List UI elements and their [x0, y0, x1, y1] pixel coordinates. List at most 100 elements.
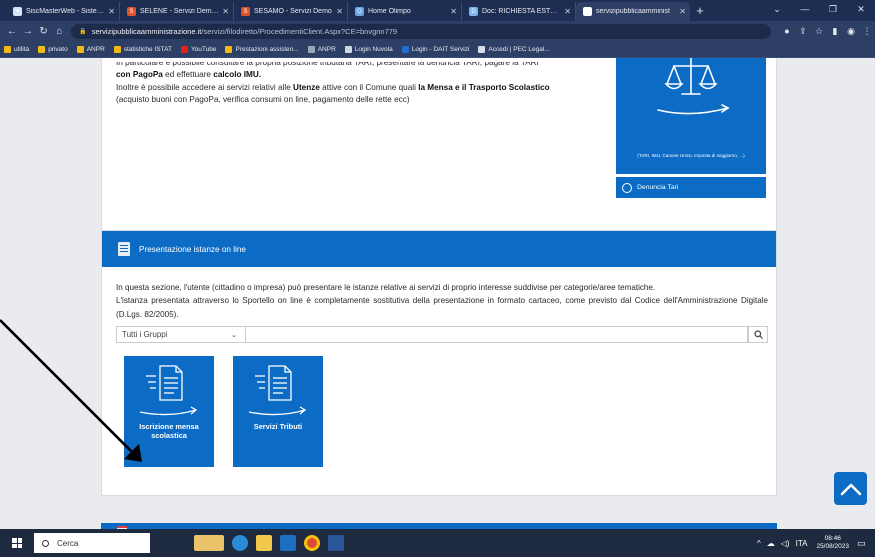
tributi-service-tile[interactable]: (TARI, IMU, Canone Unico, Imposta di sog…: [616, 58, 766, 174]
tributi-description: In particolare è possibile consultare la…: [116, 62, 596, 107]
browser-tab[interactable]: D Doc: RICHIESTA ESTRAT ✕: [462, 2, 576, 21]
bookmark-folder-icon: [38, 45, 46, 53]
browser-tab[interactable]: S SESAMO - Servizi Demo ✕: [234, 2, 348, 21]
language-indicator[interactable]: ITA: [796, 539, 808, 548]
url-path: /servizi/filodiretto/ProcedimentiClient.…: [201, 26, 398, 36]
outlook-icon[interactable]: [280, 535, 296, 551]
calcolo-imu-bold: calcolo IMU.: [213, 70, 262, 79]
group-select[interactable]: Tutti i Gruppi ⌄: [116, 326, 246, 343]
text-span: ed effettuare: [162, 70, 214, 79]
istanze-filter: Tutti i Gruppi ⌄: [116, 326, 768, 343]
web-page: In particolare è possibile consultare la…: [0, 58, 875, 529]
chevron-up-icon: [840, 483, 861, 495]
tab-title: servizipubblicaamminist: [596, 8, 670, 15]
bookmark-item[interactable]: statistiche ISTAT: [113, 45, 172, 53]
minimize-button[interactable]: —: [791, 0, 819, 21]
widgets-icon[interactable]: [194, 535, 224, 551]
browser-tab[interactable]: O Home Olimpo ✕: [348, 2, 462, 21]
denuncia-tari-link[interactable]: Denuncia Tari: [616, 177, 766, 198]
edge-icon[interactable]: [232, 535, 248, 551]
url-bar[interactable]: 🔒 servizipubblicaamministrazione.it/serv…: [71, 23, 771, 39]
speaker-icon[interactable]: ◁): [781, 539, 790, 548]
tab-close-icon[interactable]: ✕: [450, 7, 457, 16]
clock-date: 25/08/2023: [816, 543, 849, 550]
scroll-to-top-button[interactable]: [834, 472, 867, 505]
bookmark-item[interactable]: Login Nuvola: [344, 45, 393, 53]
tab-close-icon[interactable]: ✕: [108, 7, 115, 16]
service-tile-tributi[interactable]: Servizi Tributi: [233, 356, 323, 467]
tab-close-icon[interactable]: ✕: [564, 7, 571, 16]
menu-kebab-icon[interactable]: ⋮: [859, 26, 875, 37]
windows-start-button[interactable]: [0, 529, 34, 557]
address-toolbar: ← → ↻ ⌂ 🔒 servizipubblicaamministrazione…: [0, 21, 875, 41]
favicon-icon: O: [355, 7, 364, 16]
google-icon[interactable]: ●: [779, 26, 795, 37]
mensa-trasporto-bold: la Mensa e il Trasporto Scolastico: [418, 82, 550, 92]
windows-logo-icon: [12, 538, 22, 548]
bookmark-folder-icon: [478, 45, 486, 53]
utenze-bold: Utenze: [293, 82, 320, 92]
bookmark-label: ANPR: [86, 45, 105, 53]
istanze-description: In questa sezione, l'utente (cittadino o…: [116, 281, 768, 321]
windows-taskbar: Cerca ^ ☁ ◁) ITA 08:46 25/08/2023 ▭: [0, 529, 875, 557]
tab-title: SESAMO - Servizi Demo: [254, 8, 332, 15]
document-circle-icon: [622, 182, 632, 193]
bookmark-item[interactable]: ANPR: [307, 45, 336, 53]
new-tab-button[interactable]: +: [690, 2, 710, 21]
sidepanel-icon[interactable]: ▮: [827, 26, 843, 37]
bookmark-star-icon[interactable]: ☆: [811, 26, 827, 37]
bookmarks-bar: utilità privato ANPR statistiche ISTAT YouTu…: [0, 41, 875, 58]
istanze-search-input[interactable]: [246, 326, 748, 343]
bookmark-item[interactable]: Prestazioni assisten...: [225, 45, 299, 53]
bookmark-label: Accedi | PEC Legal...: [488, 45, 550, 53]
browser-tab[interactable]: servizipubblicaamminist ✕: [576, 2, 690, 21]
text-line: (acquisto buoni con PagoPa, verifica con…: [116, 95, 410, 105]
maximize-button[interactable]: ❐: [819, 0, 847, 21]
bookmark-item[interactable]: privato: [38, 45, 68, 53]
taskbar-search-box[interactable]: Cerca: [34, 533, 150, 553]
document-form-icon: [139, 365, 198, 416]
network-icon[interactable]: ☁: [767, 539, 775, 548]
share-icon[interactable]: ⇪: [795, 26, 811, 37]
url-host: servizipubblicaamministrazione.it: [91, 26, 202, 36]
close-window-button[interactable]: ✕: [847, 0, 875, 21]
document-icon: [118, 242, 130, 256]
browser-tab[interactable]: S SELENE - Servizi Demog ✕: [120, 2, 234, 21]
tab-close-icon[interactable]: ✕: [336, 7, 343, 16]
bookmark-item[interactable]: Accedi | PEC Legal...: [478, 45, 550, 53]
tab-close-icon[interactable]: ✕: [679, 7, 686, 16]
search-button[interactable]: [748, 326, 768, 343]
bookmark-item[interactable]: Login - DAIT Servizi: [401, 45, 469, 53]
bookmark-label: privato: [48, 45, 68, 53]
back-icon[interactable]: ←: [4, 26, 20, 37]
chevron-up-tray-icon[interactable]: ^: [757, 539, 761, 548]
home-icon[interactable]: ⌂: [51, 26, 67, 37]
chrome-icon[interactable]: [304, 535, 320, 551]
lock-icon: 🔒: [79, 28, 87, 35]
word-icon[interactable]: [328, 535, 344, 551]
profile-avatar-icon[interactable]: ◉: [843, 26, 859, 37]
bookmark-label: YouTube: [190, 45, 217, 53]
forward-icon[interactable]: →: [20, 26, 36, 37]
browser-tab[interactable]: ✦ SiscMasterWeb - Sistema ✕: [6, 2, 120, 21]
file-explorer-icon[interactable]: [256, 535, 272, 551]
bookmark-folder-icon: [76, 45, 84, 53]
bookmark-label: ANPR: [317, 45, 336, 53]
notification-icon[interactable]: ▭: [857, 538, 875, 549]
istanze-desc-line2: L'istanza presentata attraverso lo Sport…: [116, 296, 768, 319]
bookmark-item[interactable]: ANPR: [76, 45, 105, 53]
istanze-header: Presentazione istanze on line: [102, 231, 776, 267]
service-label-mensa: Iscrizione mensa scolastica: [139, 422, 199, 441]
chevron-down-icon: ⌄: [231, 331, 237, 339]
window-controls: ⌄ — ❐ ✕: [763, 0, 875, 21]
favicon-icon: ✦: [13, 7, 22, 16]
tab-search-icon[interactable]: ⌄: [763, 0, 791, 21]
tab-close-icon[interactable]: ✕: [222, 7, 229, 16]
bookmark-item[interactable]: utilità: [4, 45, 29, 53]
reload-icon[interactable]: ↻: [36, 26, 52, 37]
clock-time: 08:46: [824, 534, 841, 542]
service-tile-mensa[interactable]: Iscrizione mensa scolastica: [124, 356, 214, 467]
taskbar-apps: [190, 535, 348, 551]
bookmark-item[interactable]: YouTube: [180, 45, 217, 53]
clock[interactable]: 08:46 25/08/2023: [816, 535, 849, 552]
